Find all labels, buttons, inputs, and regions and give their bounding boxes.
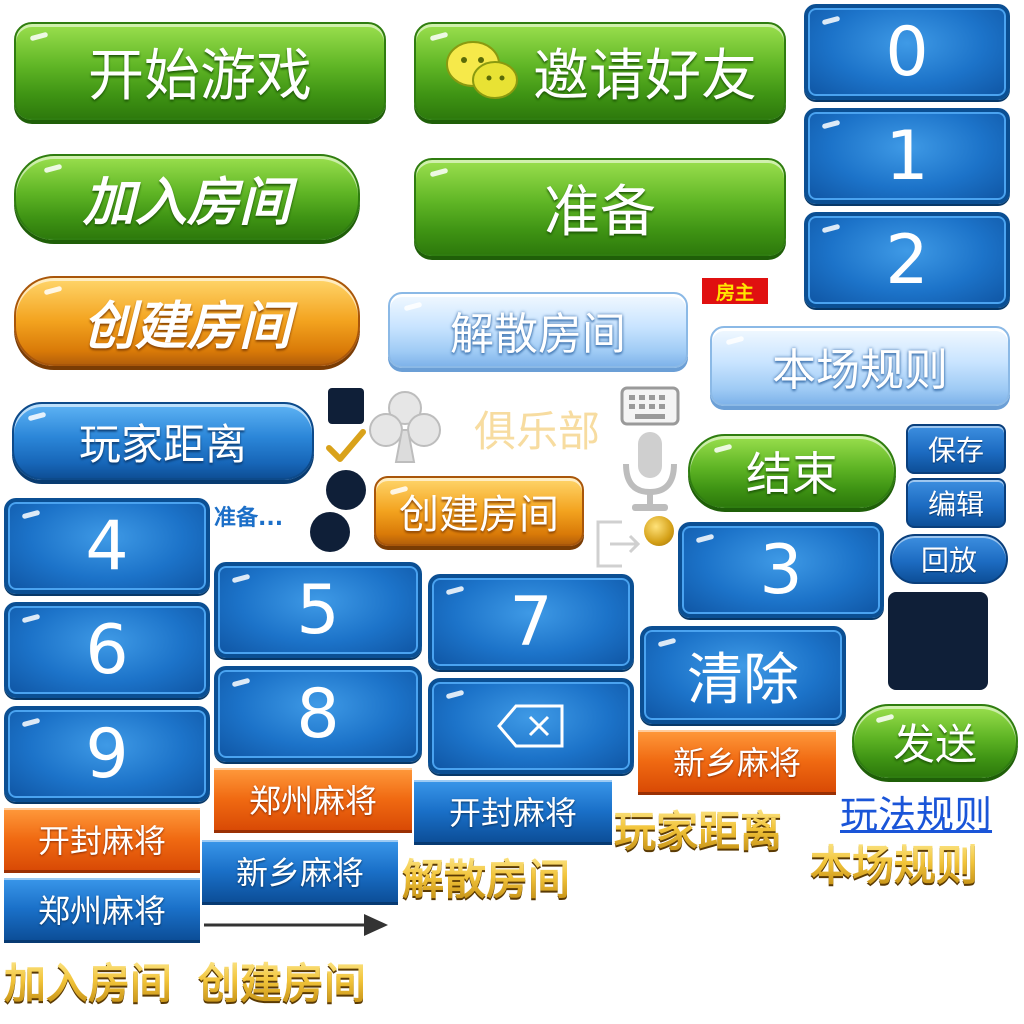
save-label: 保存 xyxy=(927,434,984,467)
check-icon xyxy=(326,429,366,462)
dark-square-large xyxy=(888,592,988,690)
edit-button[interactable]: 编辑 xyxy=(906,478,1006,528)
key-1-label: 1 xyxy=(885,116,929,196)
create-room-button[interactable]: 创建房间 xyxy=(14,276,360,366)
gold-label-room-rules: 本场规则 xyxy=(810,832,978,893)
player-distance-label: 玩家距离 xyxy=(78,419,247,469)
key-0-button[interactable]: 0 xyxy=(804,4,1010,100)
key-7-button[interactable]: 7 xyxy=(428,574,634,670)
join-room-label: 加入房间 xyxy=(82,172,291,233)
dissolve-room-button[interactable]: 解散房间 xyxy=(388,292,688,368)
room-rules-label: 本场规则 xyxy=(772,345,948,396)
tab-xinxiang-blue[interactable]: 新乡麻将 xyxy=(202,840,398,902)
tab-xinxiang-orange[interactable]: 新乡麻将 xyxy=(638,730,836,792)
clear-button[interactable]: 清除 xyxy=(640,626,846,724)
tab-zhengzhou-blue-label: 郑州麻将 xyxy=(37,892,166,930)
ready-button[interactable]: 准备 xyxy=(414,158,786,256)
key-8-button[interactable]: 8 xyxy=(214,666,422,762)
tab-kaifeng-orange[interactable]: 开封麻将 xyxy=(4,808,200,870)
key-6-button[interactable]: 6 xyxy=(4,602,210,698)
microphone-icon xyxy=(623,432,677,511)
tab-kaifeng-orange-label: 开封麻将 xyxy=(37,822,166,860)
replay-label: 回放 xyxy=(920,544,977,577)
host-badge: 房主 xyxy=(702,278,768,304)
gold-label-dissolve-room: 解散房间 xyxy=(402,846,570,907)
dark-circle-1 xyxy=(326,470,366,510)
backspace-button[interactable] xyxy=(428,678,634,774)
key-4-button[interactable]: 4 xyxy=(4,498,210,594)
club-label: 俱乐部 xyxy=(474,407,601,456)
exit-icon xyxy=(596,520,641,568)
ready-label: 准备 xyxy=(544,179,656,245)
tab-kaifeng-blue[interactable]: 开封麻将 xyxy=(414,780,612,842)
create-room-label: 创建房间 xyxy=(82,296,291,357)
invite-friends-button[interactable]: 邀请好友 xyxy=(414,22,786,120)
key-2-label: 2 xyxy=(885,220,929,300)
end-label: 结束 xyxy=(746,447,838,501)
dark-circle-2 xyxy=(310,512,350,552)
replay-button[interactable]: 回放 xyxy=(890,534,1008,584)
invite-friends-label: 邀请好友 xyxy=(533,43,757,109)
gold-label-join-room: 加入房间 xyxy=(4,950,172,1011)
dark-square-small xyxy=(328,388,364,424)
tab-kaifeng-blue-label: 开封麻将 xyxy=(448,794,577,832)
start-game-button[interactable]: 开始游戏 xyxy=(14,22,386,120)
tab-zhengzhou-orange-label: 郑州麻将 xyxy=(248,782,377,820)
edit-label: 编辑 xyxy=(927,488,984,521)
start-game-label: 开始游戏 xyxy=(88,43,312,109)
club-icon xyxy=(369,391,441,463)
send-button[interactable]: 发送 xyxy=(852,704,1018,778)
join-room-button[interactable]: 加入房间 xyxy=(14,154,360,240)
room-rules-button[interactable]: 本场规则 xyxy=(710,326,1010,406)
key-5-label: 5 xyxy=(296,570,340,650)
key-6-label: 6 xyxy=(85,610,129,690)
key-8-label: 8 xyxy=(296,674,340,754)
wechat-icon xyxy=(446,41,518,99)
dissolve-room-label: 解散房间 xyxy=(450,309,626,360)
arrow-icon xyxy=(204,914,388,936)
key-3-label: 3 xyxy=(759,530,803,610)
key-7-label: 7 xyxy=(509,582,553,662)
key-4-label: 4 xyxy=(85,506,129,586)
key-9-label: 9 xyxy=(85,714,129,794)
game-rules-link[interactable]: 玩法规则 xyxy=(840,784,992,839)
gold-label-create-room: 创建房间 xyxy=(198,950,366,1011)
create-room-small-label: 创建房间 xyxy=(399,492,559,538)
tab-xinxiang-orange-label: 新乡麻将 xyxy=(672,744,801,782)
tab-zhengzhou-blue[interactable]: 郑州麻将 xyxy=(4,878,200,940)
tab-xinxiang-blue-label: 新乡麻将 xyxy=(235,854,364,892)
gold-label-player-distance: 玩家距离 xyxy=(614,798,782,859)
key-1-button[interactable]: 1 xyxy=(804,108,1010,204)
ready-status-label: 准备... xyxy=(214,506,284,531)
end-button[interactable]: 结束 xyxy=(688,434,896,508)
save-button[interactable]: 保存 xyxy=(906,424,1006,474)
create-room-small-button[interactable]: 创建房间 xyxy=(374,476,584,546)
key-0-label: 0 xyxy=(885,12,929,92)
key-9-button[interactable]: 9 xyxy=(4,706,210,802)
player-distance-button[interactable]: 玩家距离 xyxy=(12,402,314,480)
key-2-button[interactable]: 2 xyxy=(804,212,1010,308)
backspace-icon xyxy=(497,704,564,748)
tab-zhengzhou-orange[interactable]: 郑州麻将 xyxy=(214,768,412,830)
send-label: 发送 xyxy=(892,719,977,769)
gold-dot xyxy=(644,516,674,546)
key-5-button[interactable]: 5 xyxy=(214,562,422,658)
keyboard-icon xyxy=(620,386,680,426)
key-3-button[interactable]: 3 xyxy=(678,522,884,618)
clear-label: 清除 xyxy=(687,647,799,713)
